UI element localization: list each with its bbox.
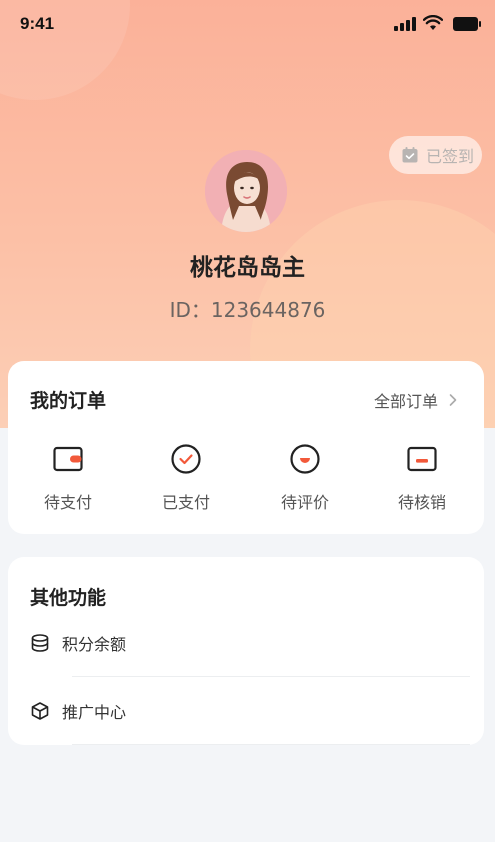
all-orders-label: 全部订单 — [373, 392, 438, 411]
coins-stack-icon — [31, 634, 49, 652]
orders-title: 我的订单 — [30, 390, 107, 412]
divider — [72, 676, 470, 677]
order-pending-payment[interactable]: 待支付 — [18, 443, 118, 513]
user-nickname: 桃花岛岛主 — [190, 255, 305, 281]
check-circle-icon — [171, 444, 201, 474]
avatar-photo — [205, 150, 287, 232]
user-id: ID：123644876 — [169, 298, 326, 322]
order-pending-review[interactable]: 待评价 — [255, 443, 355, 513]
comment-circle-icon — [290, 444, 320, 474]
order-paid[interactable]: 已支付 — [136, 443, 236, 513]
cube-icon — [31, 702, 49, 720]
battery-icon — [453, 17, 482, 31]
wallet-icon — [53, 446, 83, 472]
avatar[interactable] — [205, 150, 287, 232]
order-pending-review-label: 待评价 — [280, 493, 329, 512]
status-time: 9:41 — [20, 14, 55, 33]
menu-item-promotion-center[interactable]: 推广中心 — [30, 696, 470, 726]
all-orders-link[interactable]: 全部订单 — [374, 388, 458, 412]
order-pending-payment-label: 待支付 — [43, 493, 92, 512]
signal-icon — [394, 17, 416, 31]
menu-item-points-balance-label: 积分余额 — [62, 635, 127, 654]
ticket-icon — [407, 446, 437, 472]
calendar-icon — [402, 147, 418, 163]
chevron-right-icon — [449, 394, 457, 406]
divider — [72, 744, 470, 745]
menu-item-points-balance[interactable]: 积分余额 — [30, 628, 470, 658]
orders-card: 我的订单 全部订单 待支付 已支付 待评价 待核销 — [8, 361, 484, 534]
menu-item-promotion-center-label: 推广中心 — [62, 703, 127, 722]
checkin-label: 已签到 — [426, 147, 475, 166]
order-pending-redeem[interactable]: 待核销 — [372, 443, 472, 513]
order-paid-label: 已支付 — [161, 493, 210, 512]
status-bar: 9:41 — [0, 0, 495, 50]
wifi-icon — [423, 15, 443, 30]
order-pending-redeem-label: 待核销 — [397, 493, 446, 512]
other-functions-card: 其他功能 积分余额 推广中心 — [8, 557, 484, 745]
checkin-button[interactable]: 已签到 — [389, 136, 482, 174]
other-functions-title: 其他功能 — [30, 587, 107, 609]
